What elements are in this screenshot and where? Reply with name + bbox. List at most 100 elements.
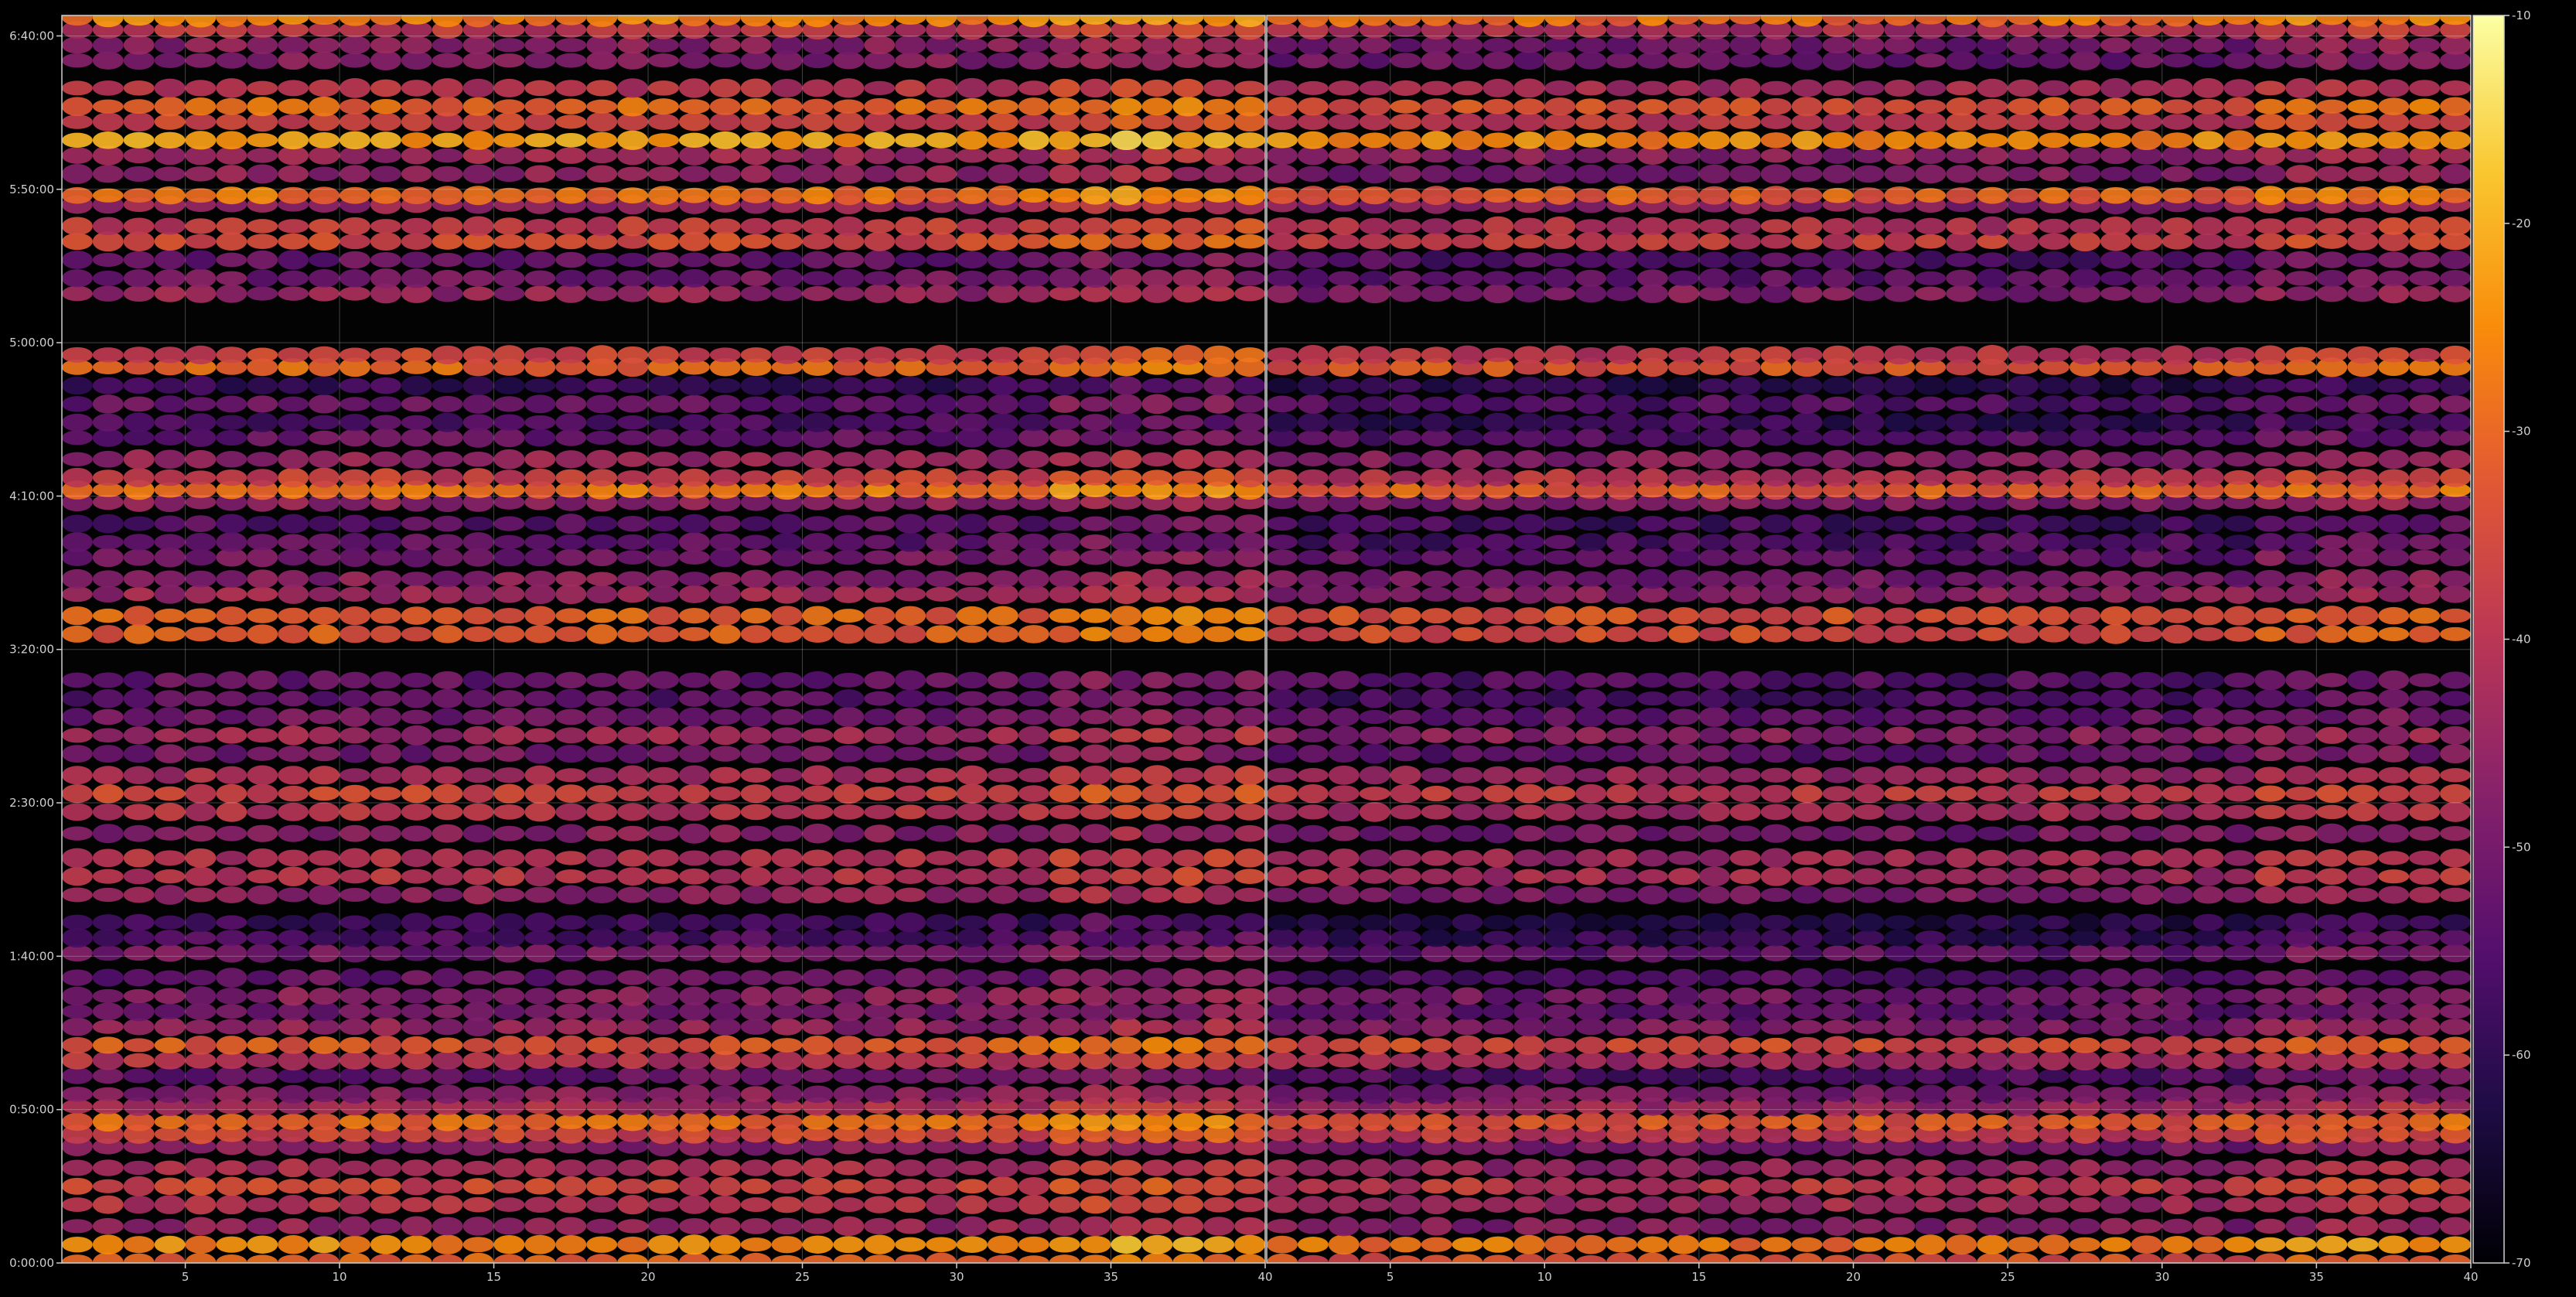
heatmap-cell: [679, 708, 710, 727]
heatmap-cell: [1637, 165, 1668, 183]
heatmap-cell: [278, 22, 309, 37]
heatmap-cell: [1172, 708, 1203, 725]
heatmap-cell: [1360, 826, 1390, 841]
heatmap-cell: [2285, 825, 2316, 841]
heatmap-cell: [2193, 1086, 2224, 1103]
heatmap-cell: [864, 727, 895, 744]
heatmap-cell: [1329, 803, 1360, 822]
heatmap-cell: [1267, 347, 1298, 362]
heatmap-cell: [1884, 269, 1915, 288]
heatmap-cell: [741, 691, 772, 706]
heatmap-cell: [1699, 233, 1730, 250]
heatmap-cell: [833, 145, 864, 166]
heatmap-cell: [2316, 987, 2347, 1005]
heatmap-cell: [1637, 1019, 1668, 1035]
heatmap-cell: [1234, 186, 1265, 205]
heatmap-cell: [1761, 970, 1792, 985]
heatmap-cell: [2224, 989, 2255, 1003]
heatmap-cell: [772, 913, 803, 931]
heatmap-cell: [2039, 348, 2069, 363]
heatmap-cell: [2131, 688, 2162, 708]
heatmap-cell: [1544, 1100, 1575, 1114]
heatmap-cell: [2131, 532, 2162, 551]
heatmap-cell: [1080, 766, 1111, 785]
heatmap-cell: [1421, 271, 1452, 285]
heatmap-cell: [278, 250, 309, 269]
heatmap-cell: [1946, 430, 1977, 445]
heatmap-cell: [2285, 131, 2316, 149]
heatmap-cell: [1049, 1037, 1080, 1053]
heatmap-cell: [1544, 268, 1575, 288]
heatmap-cell: [2193, 867, 2224, 886]
heatmap-cell: [1141, 606, 1172, 625]
heatmap-cell: [1018, 888, 1049, 903]
heatmap-cell: [1792, 867, 1823, 886]
heatmap-cell: [648, 1003, 679, 1019]
heatmap-cell: [895, 1196, 926, 1213]
heatmap-cell: [1915, 431, 1946, 445]
heatmap-cell: [617, 395, 648, 412]
heatmap-cell: [617, 726, 648, 744]
heatmap-cell: [62, 269, 93, 287]
heatmap-cell: [617, 131, 648, 150]
heatmap-cell: [1141, 728, 1172, 742]
heatmap-cell: [1234, 1053, 1265, 1068]
heatmap-cell: [186, 376, 217, 396]
heatmap-cell: [2008, 1051, 2039, 1070]
heatmap-cell: [617, 887, 648, 903]
heatmap-cell: [1482, 626, 1513, 643]
heatmap-cell: [1203, 785, 1234, 802]
heatmap-cell: [1298, 1087, 1329, 1102]
heatmap-cell: [555, 784, 586, 803]
heatmap-cell: [1111, 1196, 1142, 1213]
heatmap-cell: [2255, 850, 2286, 865]
heatmap-cell: [1884, 470, 1915, 485]
heatmap-cell: [895, 944, 926, 962]
heatmap-cell: [278, 468, 309, 487]
heatmap-cell: [1730, 1114, 1761, 1129]
heatmap-cell: [524, 53, 555, 69]
heatmap-cell: [710, 787, 741, 801]
heatmap-cell: [1544, 469, 1575, 487]
heatmap-cell: [155, 1037, 186, 1053]
heatmap-cell: [864, 346, 895, 364]
heatmap-cell: [1946, 710, 1977, 725]
heatmap-cell: [1606, 376, 1637, 395]
heatmap-cell: [432, 689, 463, 708]
heatmap-cell: [186, 549, 217, 565]
heatmap-cell: [926, 868, 957, 885]
heatmap-cell: [1298, 376, 1329, 395]
heatmap-cell: [370, 988, 401, 1005]
heatmap-cell: [432, 1005, 463, 1019]
heatmap-cell: [988, 413, 1018, 431]
heatmap-cell: [1360, 1019, 1390, 1036]
heatmap-cell: [803, 218, 834, 234]
heatmap-cell: [1111, 218, 1142, 234]
heatmap-cell: [1267, 1067, 1298, 1084]
heatmap-cell: [1360, 414, 1390, 431]
heatmap-cell: [586, 112, 617, 131]
heatmap-cell: [833, 112, 864, 132]
heatmap-cell: [278, 866, 309, 886]
heatmap-cell: [803, 1005, 834, 1019]
heatmap-cell: [864, 671, 895, 689]
heatmap-cell: [895, 968, 926, 988]
heatmap-cell: [1575, 133, 1606, 148]
heatmap-cell: [1267, 1018, 1298, 1036]
heatmap-cell: [93, 285, 124, 301]
heatmap-cell: [1018, 1161, 1049, 1175]
heatmap-cell: [1792, 469, 1823, 487]
heatmap-cell: [2193, 1052, 2224, 1069]
heatmap-cell: [1699, 1160, 1730, 1176]
heatmap-cell: [617, 1195, 648, 1214]
heatmap-cell: [124, 671, 155, 689]
heatmap-cell: [2069, 469, 2100, 486]
heatmap-cell: [1544, 1159, 1575, 1177]
heatmap-cell: [2440, 450, 2471, 469]
heatmap-cell: [2069, 944, 2100, 962]
heatmap-cell: [1018, 825, 1049, 842]
heatmap-cell: [463, 886, 494, 905]
heatmap-cell: [2440, 570, 2471, 587]
heatmap-cell: [617, 78, 648, 97]
heatmap-cell: [741, 516, 772, 531]
